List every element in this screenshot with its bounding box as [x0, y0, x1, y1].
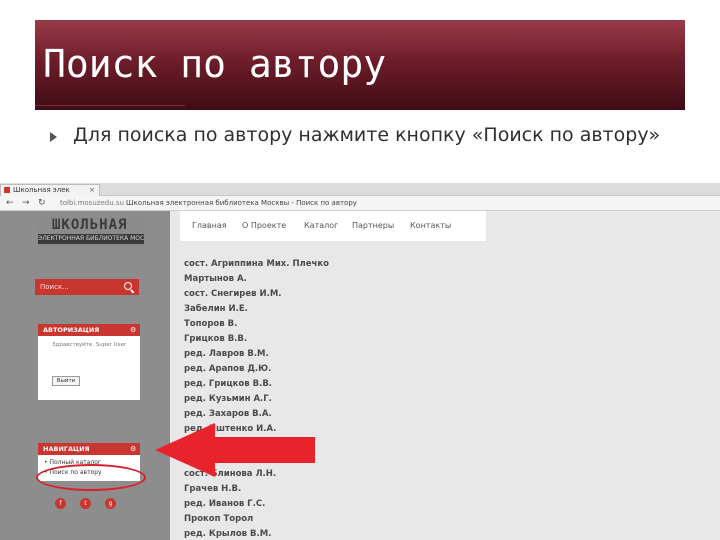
author-link[interactable]: Грицков В.В. [184, 334, 247, 345]
auth-block-body: Здравствуйте, Super User Выйти [38, 336, 140, 400]
author-link[interactable]: сост. Снегирев И.М. [184, 289, 282, 300]
nav-block-header: НАВИГАЦИЯ ⚙ [38, 443, 140, 455]
menu-item-about[interactable]: О Проекте [242, 211, 286, 241]
embedded-screenshot: Школьная элек × ← → ↻ tolbi.mosuzedu.su … [0, 183, 720, 540]
browser-tab-bar: Школьная элек × [0, 183, 720, 196]
title-underline [35, 105, 185, 106]
auth-greeting: Здравствуйте, Super User [52, 342, 127, 348]
author-link[interactable]: ред. Иванов Г.С. [184, 499, 265, 510]
pointer-arrow-icon [155, 423, 315, 477]
logout-button[interactable]: Выйти [52, 376, 80, 386]
social-icon[interactable]: t [80, 498, 91, 509]
browser-tab[interactable]: Школьная элек × [0, 184, 100, 196]
author-link[interactable]: Мартынов А. [184, 274, 247, 285]
menu-item-partners[interactable]: Партнеры [352, 211, 394, 241]
gear-icon[interactable]: ⚙ [130, 324, 136, 336]
back-arrow-icon[interactable]: ← [6, 196, 14, 210]
slide-title: Поиск по автору [43, 42, 387, 86]
author-link[interactable]: Забелин И.Е. [184, 304, 248, 315]
site-favicon-icon [4, 187, 10, 193]
site-content: Главная О Проекте Каталог Партнеры Конта… [170, 211, 720, 540]
site-left-panel: ШКОЛЬНАЯ ЭЛЕКТРОННАЯ БИБЛИОТЕКА МОСКВЫ П… [0, 211, 170, 540]
site-search-input[interactable]: Поиск... [35, 279, 139, 295]
author-link[interactable]: Прокоп Торол [184, 514, 253, 525]
gear-icon[interactable]: ⚙ [130, 443, 136, 455]
search-icon[interactable] [124, 282, 132, 290]
social-icon[interactable]: g [105, 498, 116, 509]
author-link[interactable]: сост. Агриппина Мих. Плечко [184, 259, 329, 270]
tab-label: Школьная элек [13, 186, 70, 194]
menu-item-catalog[interactable]: Каталог [304, 211, 338, 241]
reload-icon[interactable]: ↻ [38, 196, 46, 210]
forward-arrow-icon[interactable]: → [22, 196, 30, 210]
search-placeholder: Поиск... [40, 283, 69, 291]
auth-title: АВТОРИЗАЦИЯ [43, 326, 100, 334]
author-link[interactable]: Грачев Н.В. [184, 484, 241, 495]
menu-item-home[interactable]: Главная [192, 211, 227, 241]
top-menu: Главная О Проекте Каталог Партнеры Конта… [180, 211, 486, 241]
logo-subtitle: ЭЛЕКТРОННАЯ БИБЛИОТЕКА МОСКВЫ [38, 234, 144, 244]
menu-item-contacts[interactable]: Контакты [410, 211, 451, 241]
author-link[interactable]: ред. Кузьмин А.Г. [184, 394, 272, 405]
logo-title: ШКОЛЬНАЯ [52, 217, 128, 233]
url-host: tolbi.mosuzedu.su [60, 199, 124, 207]
social-icon[interactable]: f [55, 498, 66, 509]
author-link[interactable]: ред. Крылов В.М. [184, 529, 271, 540]
author-link[interactable]: Топоров В. [184, 319, 237, 330]
nav-title: НАВИГАЦИЯ [43, 445, 90, 453]
highlight-ellipse [36, 464, 146, 491]
site-logo[interactable]: ШКОЛЬНАЯ ЭЛЕКТРОННАЯ БИБЛИОТЕКА МОСКВЫ [38, 217, 144, 247]
slide-header: Поиск по автору [35, 20, 685, 110]
author-link[interactable]: ред. Лавров В.М. [184, 349, 269, 360]
author-link[interactable]: ред. Арапов Д.Ю. [184, 364, 271, 375]
bullet-triangle-icon [50, 132, 57, 142]
auth-block-header: АВТОРИЗАЦИЯ ⚙ [38, 324, 140, 336]
address-bar[interactable]: ← → ↻ tolbi.mosuzedu.su Школьная электро… [0, 196, 720, 211]
instruction-text: Для поиска по автору нажмите кнопку «Пои… [73, 124, 661, 146]
tab-close-icon[interactable]: × [89, 185, 95, 196]
page-title-bar: Школьная электронная библиотека Москвы -… [126, 199, 357, 207]
author-link[interactable]: ред. Захаров В.А. [184, 409, 272, 420]
author-link[interactable]: ред. Грицков В.В. [184, 379, 272, 390]
